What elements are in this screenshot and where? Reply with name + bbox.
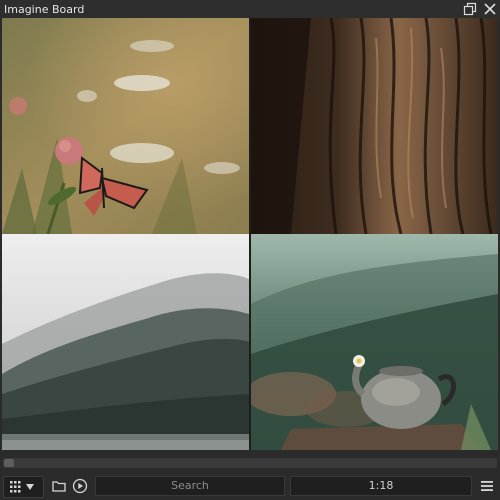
chevron-down-icon <box>25 484 34 490</box>
thumbnail-tree-bark[interactable] <box>251 18 498 234</box>
restore-window-icon[interactable] <box>460 0 480 18</box>
thumbnail-misty-hills[interactable] <box>2 234 249 450</box>
grid-view-icon <box>9 481 20 493</box>
horizontal-scrollbar[interactable] <box>0 452 500 472</box>
bottom-toolbar: Search 1:18 <box>0 474 500 500</box>
title-bar: Imagine Board <box>0 0 500 18</box>
play-circle-icon[interactable] <box>71 476 89 496</box>
folder-icon[interactable] <box>51 476 67 496</box>
scrollbar-thumb[interactable] <box>4 459 14 467</box>
window-title: Imagine Board <box>4 2 85 16</box>
thumbnail-teapot[interactable] <box>251 234 498 450</box>
thumbnail-butterfly[interactable] <box>2 18 249 234</box>
image-counter: 1:18 <box>290 476 472 496</box>
hamburger-menu-icon[interactable] <box>478 476 496 496</box>
scrollbar-track[interactable] <box>3 458 497 468</box>
close-icon[interactable] <box>480 0 500 18</box>
grid-view-button[interactable] <box>3 476 44 498</box>
image-grid <box>2 18 498 450</box>
search-field[interactable]: Search <box>95 476 285 496</box>
